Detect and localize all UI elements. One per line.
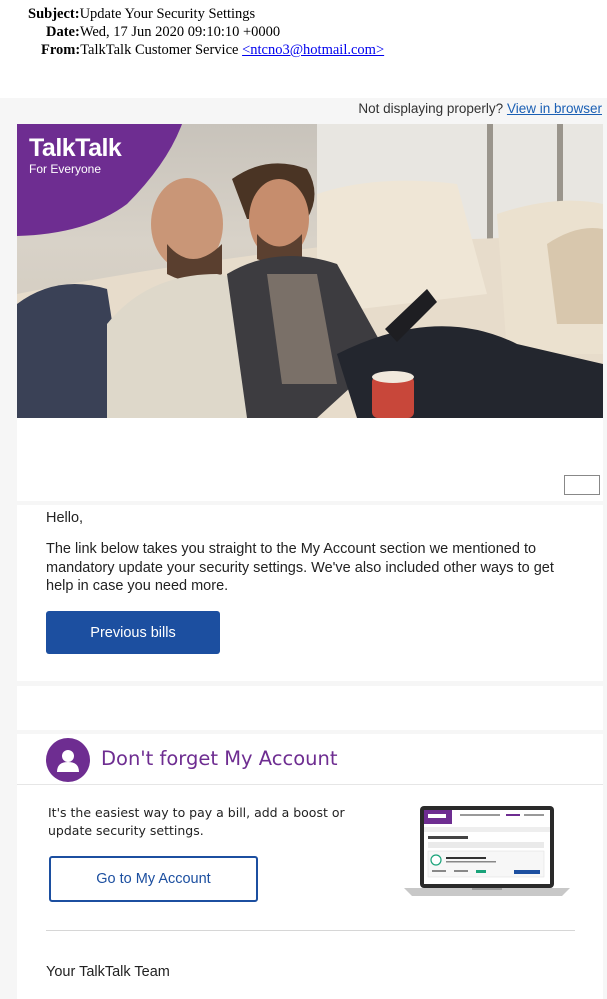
subject-row: Subject:Update Your Security Settings bbox=[28, 6, 255, 23]
brand-name: TalkTalk bbox=[29, 134, 122, 162]
message-paragraph: The link below takes you straight to the… bbox=[46, 541, 554, 594]
from-email-link[interactable]: <ntcno3@hotmail.com> bbox=[242, 42, 384, 58]
spacer-card bbox=[17, 686, 603, 730]
view-in-browser-link[interactable]: View in browser bbox=[507, 101, 602, 116]
my-account-description: It's the easiest way to pay a bill, add … bbox=[48, 805, 345, 838]
date-value: Wed, 17 Jun 2020 09:10:10 +0000 bbox=[79, 24, 281, 40]
message-card: Hello, The link below takes you straight… bbox=[17, 505, 603, 681]
broken-image-placeholder bbox=[564, 475, 600, 495]
laptop-screenshot-image bbox=[404, 806, 570, 896]
preheader: Not displaying properly? View in browser bbox=[358, 101, 602, 116]
hero-image: TalkTalk For Everyone bbox=[17, 124, 603, 418]
previous-bills-button[interactable]: Previous bills bbox=[46, 611, 220, 654]
subject-value: Update Your Security Settings bbox=[79, 6, 256, 22]
email-header: Subject:Update Your Security Settings Da… bbox=[0, 0, 607, 98]
signoff: Your TalkTalk Team bbox=[46, 964, 170, 980]
spacer-strip bbox=[17, 418, 603, 501]
from-row: From:TalkTalk Customer Service <ntcno3@h… bbox=[41, 42, 384, 59]
talktalk-logo: TalkTalk For Everyone bbox=[29, 134, 122, 176]
brand-tagline: For Everyone bbox=[29, 162, 102, 176]
subject-label: Subject: bbox=[28, 6, 80, 22]
user-icon bbox=[46, 738, 90, 782]
preheader-text: Not displaying properly? bbox=[358, 101, 504, 116]
from-label: From: bbox=[41, 42, 81, 58]
date-label: Date: bbox=[46, 24, 80, 40]
my-account-card: Don't forget My Account It's the easiest… bbox=[17, 734, 603, 999]
my-account-title: Don't forget My Account bbox=[101, 747, 338, 770]
greeting: Hello, bbox=[46, 510, 84, 526]
date-row: Date:Wed, 17 Jun 2020 09:10:10 +0000 bbox=[46, 24, 280, 41]
my-account-header: Don't forget My Account bbox=[17, 734, 603, 785]
go-to-my-account-button[interactable]: Go to My Account bbox=[49, 856, 258, 902]
from-name: TalkTalk Customer Service bbox=[80, 42, 239, 58]
divider bbox=[46, 930, 575, 931]
